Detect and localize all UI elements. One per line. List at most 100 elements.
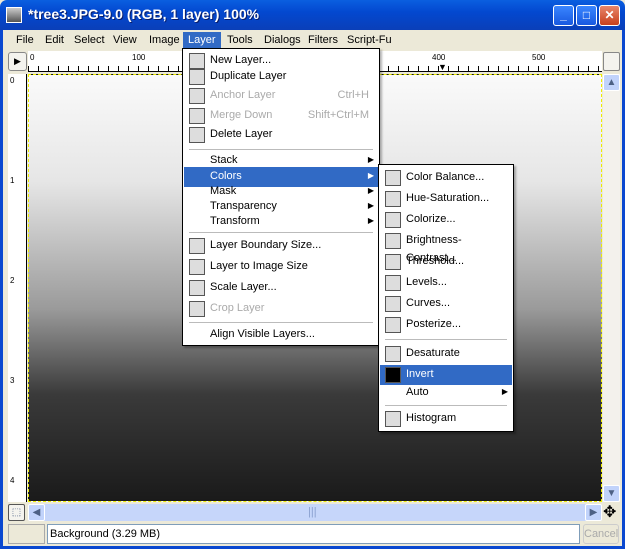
menu-item-posterize[interactable]: Posterize... [380, 315, 512, 335]
shortcut-label: Ctrl+H [337, 89, 369, 101]
menu-item-label: Colorize... [406, 213, 456, 225]
menu-item-label: Layer Boundary Size... [210, 239, 322, 251]
merge-down-icon [189, 108, 205, 124]
menu-item-transform[interactable]: Transform ▶ [184, 212, 378, 232]
menu-item-delete-layer[interactable]: Delete Layer [184, 125, 378, 145]
menu-file[interactable]: File [11, 32, 39, 48]
maximize-button[interactable]: □ [576, 5, 597, 26]
menu-item-label: Crop Layer [210, 302, 265, 314]
menu-layer[interactable]: Layer [183, 32, 221, 48]
scroll-down-button[interactable]: ▼ [603, 485, 620, 502]
zoom-toggle-button[interactable] [603, 52, 620, 71]
menu-item-label: Invert [406, 368, 434, 380]
menu-item-label: Layer to Image Size [210, 260, 308, 272]
menu-item-label: Merge Down [210, 109, 273, 121]
ruler-label: 2 [10, 276, 15, 285]
ruler-label: 100 [132, 53, 146, 62]
menu-tools[interactable]: Tools [222, 32, 258, 48]
menu-item-label: Scale Layer... [210, 281, 277, 293]
menu-item-crop-layer[interactable]: Crop Layer [184, 299, 378, 319]
menu-item-label: Auto [406, 386, 429, 398]
app-icon [6, 7, 22, 23]
layer-to-image-icon [189, 259, 205, 275]
menu-item-label: Histogram [406, 412, 457, 424]
menu-item-label: Desaturate [406, 347, 460, 359]
menu-script-fu[interactable]: Script-Fu [342, 32, 397, 48]
menu-item-label: Align Visible Layers... [210, 328, 315, 340]
menu-dialogs[interactable]: Dialogs [259, 32, 306, 48]
scroll-thumb-grip[interactable]: ||| [308, 506, 317, 518]
invert-icon [385, 367, 401, 383]
menu-item-invert[interactable]: Invert [380, 365, 512, 385]
menu-arrow-button[interactable]: ▶ [8, 52, 27, 71]
window-title: *tree3.JPG-9.0 (RGB, 1 layer) 100% [28, 6, 260, 22]
close-button[interactable]: ✕ [599, 5, 620, 26]
menu-edit[interactable]: Edit [40, 32, 69, 48]
menu-item-label: Threshold... [406, 255, 465, 267]
shortcut-label: Shift+Ctrl+M [307, 109, 369, 121]
menu-item-scale-layer[interactable]: Scale Layer... [184, 278, 378, 298]
menu-filters[interactable]: Filters [303, 32, 343, 48]
menubar: File Edit Select View Image Layer Tools Dialogs… [3, 30, 622, 49]
duplicate-icon [189, 69, 205, 85]
color-balance-icon [385, 170, 401, 186]
levels-icon [385, 275, 401, 291]
layer-menu: New Layer... Duplicate Layer Anchor Layer C… [182, 48, 380, 346]
vertical-scrollbar[interactable]: ▲ ▼ [603, 74, 620, 502]
trash-icon [189, 127, 205, 143]
menu-item-label: Stack [210, 154, 238, 166]
menu-item-levels[interactable]: Levels... [380, 273, 512, 293]
menu-item-curves[interactable]: Curves... [380, 294, 512, 314]
pointer-readout [8, 524, 45, 544]
menu-item-colorize[interactable]: Colorize... [380, 210, 512, 230]
menu-item-histogram[interactable]: Histogram [380, 409, 512, 429]
menu-item-brightness-contrast[interactable]: Brightness-Contrast... [380, 231, 512, 264]
boundary-size-icon [189, 238, 205, 254]
menu-item-label: Mask [210, 185, 237, 197]
menu-item-anchor-layer[interactable]: Anchor Layer Ctrl+H [184, 86, 378, 106]
menu-item-label: Transform [210, 215, 260, 227]
menu-item-hue-saturation[interactable]: Hue-Saturation... [380, 189, 512, 209]
menu-item-layer-boundary-size[interactable]: Layer Boundary Size... [184, 236, 378, 256]
navigate-move-icon[interactable]: ✥ [603, 502, 616, 522]
cancel-button[interactable]: Cancel [583, 524, 619, 544]
submenu-arrow-icon: ▶ [367, 216, 374, 225]
menu-item-color-balance[interactable]: Color Balance... [380, 168, 512, 188]
menu-item-layer-to-image-size[interactable]: Layer to Image Size [184, 257, 378, 277]
scroll-left-button[interactable]: ◀ [28, 504, 45, 521]
scroll-up-button[interactable]: ▲ [603, 74, 620, 91]
menu-item-merge-down[interactable]: Merge Down Shift+Ctrl+M [184, 106, 378, 126]
desaturate-icon [385, 346, 401, 362]
menu-item-threshold[interactable]: Threshold... [380, 252, 512, 272]
menu-item-label: Curves... [406, 297, 451, 309]
quick-mask-icon[interactable]: ⬚ [8, 504, 25, 521]
menu-item-align-visible-layers[interactable]: Align Visible Layers... [184, 325, 378, 345]
menu-item-auto[interactable]: Auto ▶ [380, 383, 512, 403]
curves-icon [385, 296, 401, 312]
menu-item-label: New Layer... [210, 54, 272, 66]
menu-item-desaturate[interactable]: Desaturate [380, 344, 512, 364]
minimize-button[interactable]: _ [553, 5, 574, 26]
menu-image[interactable]: Image [144, 32, 185, 48]
menu-item-label: Colors [210, 170, 242, 182]
colorize-icon [385, 212, 401, 228]
ruler-label: 1 [10, 176, 15, 185]
menu-item-label: Levels... [406, 276, 447, 288]
menu-view[interactable]: View [108, 32, 142, 48]
scroll-right-button[interactable]: ▶ [585, 504, 602, 521]
menu-item-label: Color Balance... [406, 171, 485, 183]
menu-item-duplicate-layer[interactable]: Duplicate Layer [184, 67, 378, 87]
crop-icon [189, 301, 205, 317]
menu-separator [189, 322, 373, 323]
menu-item-label: Posterize... [406, 318, 462, 330]
ruler-label: 4 [10, 476, 15, 485]
brightness-contrast-icon [385, 233, 401, 249]
hue-saturation-icon [385, 191, 401, 207]
submenu-arrow-icon: ▶ [501, 387, 508, 396]
menu-select[interactable]: Select [69, 32, 110, 48]
pointer-marker-icon: ▼ [438, 62, 447, 72]
vertical-ruler[interactable]: 0 1 2 3 4 [8, 74, 27, 502]
ruler-label: 400 [432, 53, 446, 62]
menu-item-label: Delete Layer [210, 128, 273, 140]
horizontal-scrollbar[interactable]: ◀ ||| ▶ [28, 504, 602, 521]
